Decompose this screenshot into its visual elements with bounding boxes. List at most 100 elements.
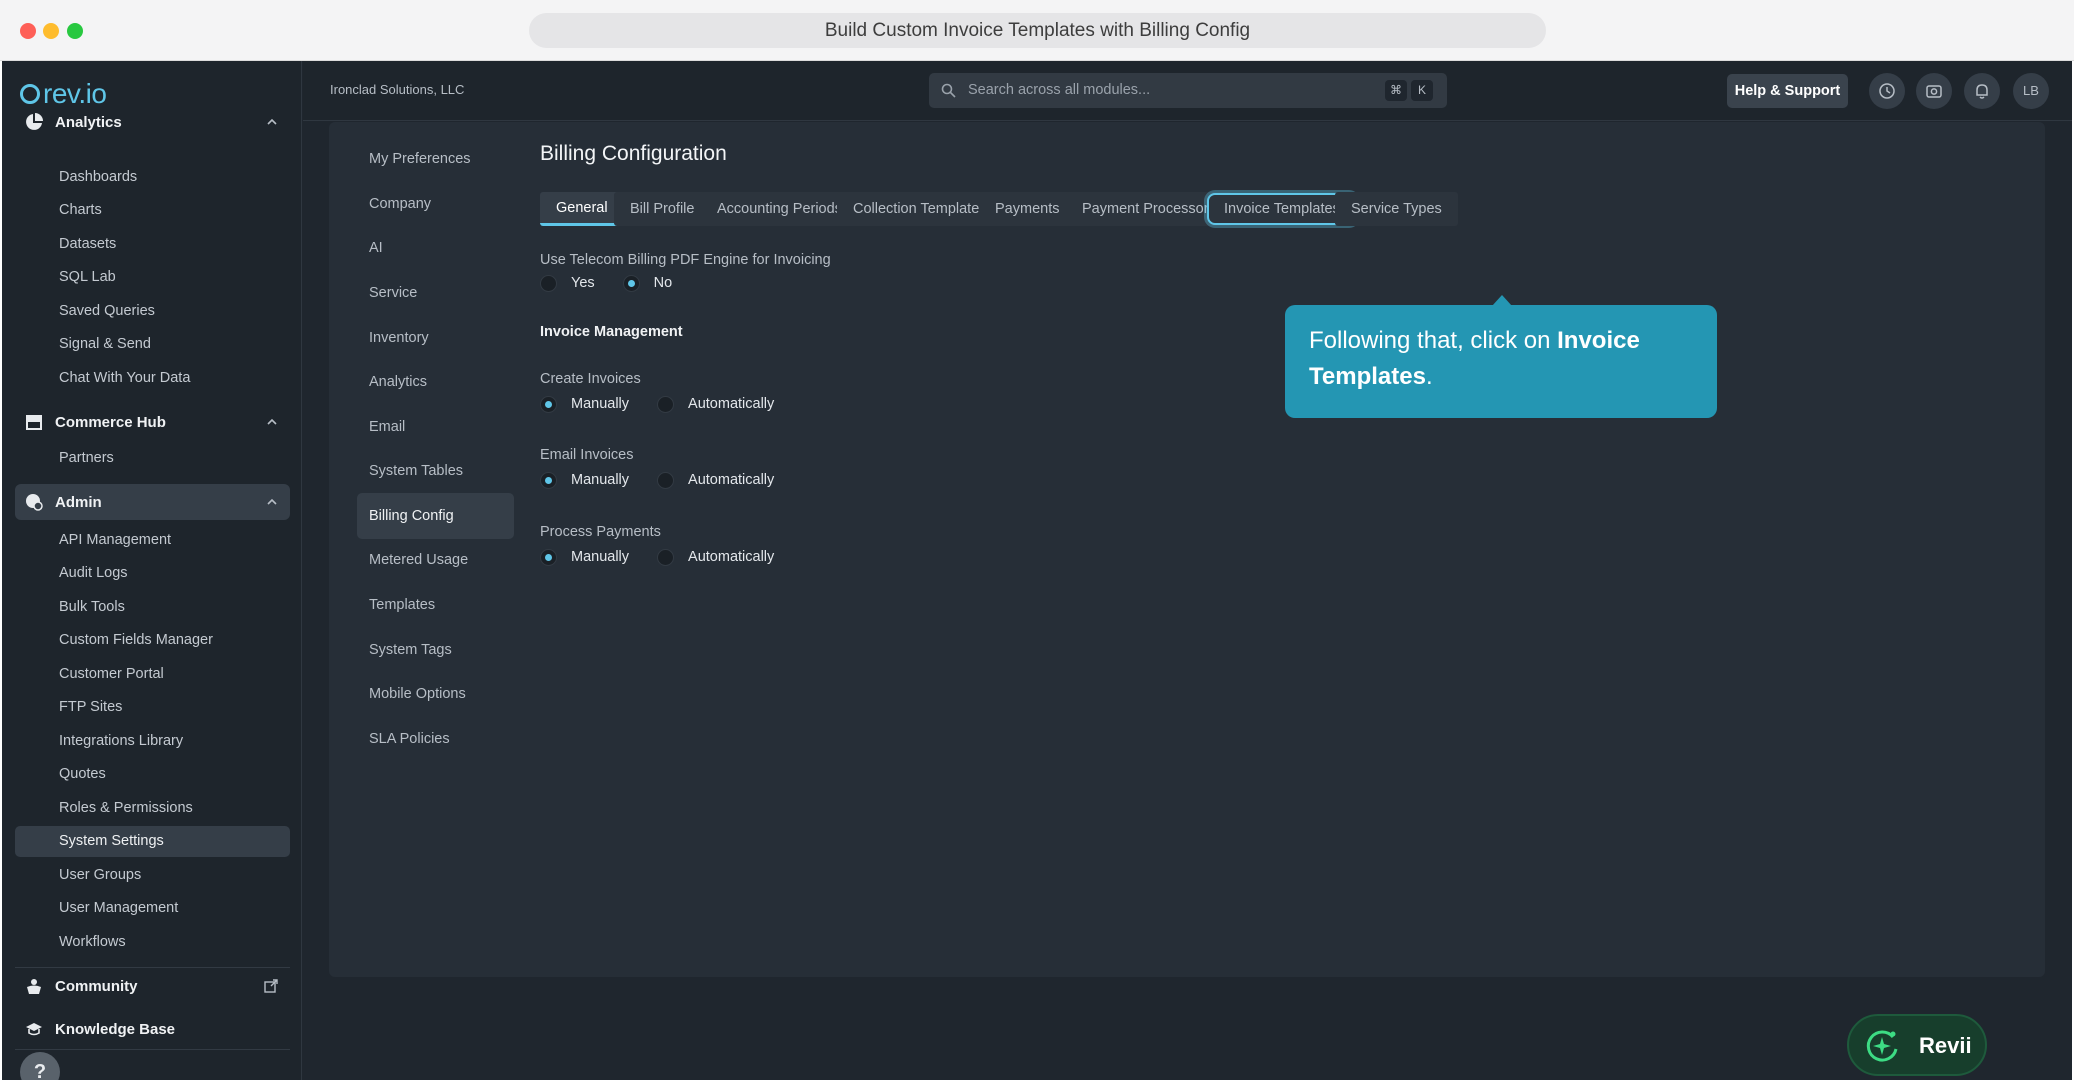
capture-button[interactable] (1916, 73, 1952, 109)
nav-item-workflows[interactable]: Workflows (15, 927, 290, 958)
subnav-ai[interactable]: AI (357, 225, 514, 271)
browser-title-bar[interactable]: Build Custom Invoice Templates with Bill… (529, 13, 1546, 48)
history-icon (1879, 83, 1895, 99)
nav-section-admin[interactable]: Admin (15, 484, 290, 520)
email-invoices-automatically-label: Automatically (688, 472, 775, 488)
process-payments-automatically-label: Automatically (688, 549, 775, 565)
nav-item-sql-lab[interactable]: SQL Lab (15, 262, 290, 293)
nav-section-analytics[interactable]: Analytics (15, 104, 290, 140)
nav-divider (15, 1049, 290, 1050)
subnav-system-tables[interactable]: System Tables (357, 448, 514, 494)
chevron-up-icon (267, 118, 277, 125)
process-payments-automatically-radio[interactable] (657, 548, 675, 566)
external-link-icon (264, 979, 278, 993)
left-sidebar: rev.io Analytics Dashboards Charts Datas… (2, 61, 302, 1080)
sparkle-refresh-icon (1866, 1030, 1898, 1062)
nav-section-commerce-hub[interactable]: Commerce Hub (15, 404, 290, 440)
history-button[interactable] (1869, 73, 1905, 109)
subnav-metered-usage[interactable]: Metered Usage (357, 537, 514, 583)
nav-item-bulk-tools[interactable]: Bulk Tools (15, 592, 290, 623)
tab-collection-templates[interactable]: Collection Templates (837, 192, 1003, 226)
invoice-management-heading: Invoice Management (540, 324, 683, 340)
tab-payments[interactable]: Payments (979, 192, 1076, 226)
pdf-engine-label: Use Telecom Billing PDF Engine for Invoi… (540, 252, 831, 268)
maximize-window-button[interactable] (67, 23, 83, 39)
email-invoices-manually-label: Manually (571, 472, 630, 488)
nav-knowledge-base[interactable]: Knowledge Base (15, 1011, 290, 1047)
create-invoices-manually-radio[interactable] (540, 395, 557, 413)
subnav-company[interactable]: Company (357, 181, 514, 227)
close-window-button[interactable] (20, 23, 36, 39)
pdf-engine-yes-label: Yes (571, 275, 595, 291)
process-payments-manually-radio[interactable] (540, 548, 557, 566)
tab-bill-profile[interactable]: Bill Profile (614, 192, 711, 226)
nav-item-partners[interactable]: Partners (15, 443, 290, 474)
nav-community[interactable]: Community (15, 968, 290, 1004)
nav-item-user-groups[interactable]: User Groups (15, 860, 290, 891)
storefront-icon (26, 415, 42, 430)
pdf-engine-radio-group: Yes No (540, 272, 700, 294)
browser-titlebar: Build Custom Invoice Templates with Bill… (0, 0, 2074, 61)
nav-item-saved-queries[interactable]: Saved Queries (15, 296, 290, 327)
subnav-analytics[interactable]: Analytics (357, 359, 514, 405)
email-invoices-automatically-radio[interactable] (657, 471, 675, 489)
nav-item-integrations-library[interactable]: Integrations Library (15, 726, 290, 757)
logo-mark-icon (20, 84, 40, 104)
bell-icon (1976, 84, 1988, 99)
tab-general[interactable]: General (540, 192, 624, 226)
kbd-k: K (1411, 80, 1433, 101)
tab-service-types[interactable]: Service Types (1335, 192, 1458, 226)
nav-item-customer-portal[interactable]: Customer Portal (15, 659, 290, 690)
revii-assistant-button[interactable]: Revii (1847, 1014, 1987, 1076)
email-invoices-label: Email Invoices (540, 447, 634, 463)
nav-item-quotes[interactable]: Quotes (15, 759, 290, 790)
subnav-inventory[interactable]: Inventory (357, 315, 514, 361)
nav-item-api-management[interactable]: API Management (15, 525, 290, 556)
nav-item-dashboards[interactable]: Dashboards (15, 162, 290, 193)
pdf-engine-yes-radio[interactable] (540, 274, 557, 292)
global-search-input[interactable]: Search across all modules... ⌘ K (929, 73, 1447, 108)
nav-item-roles-permissions[interactable]: Roles & Permissions (15, 793, 290, 824)
email-invoices-manually-radio[interactable] (540, 471, 557, 489)
minimize-window-button[interactable] (43, 23, 59, 39)
nav-item-user-management[interactable]: User Management (15, 893, 290, 924)
subnav-email[interactable]: Email (357, 404, 514, 450)
subnav-mobile-options[interactable]: Mobile Options (357, 671, 514, 717)
nav-item-signal-send[interactable]: Signal & Send (15, 329, 290, 360)
notifications-button[interactable] (1964, 73, 2000, 109)
nav-item-datasets[interactable]: Datasets (15, 229, 290, 260)
graduation-cap-icon (26, 1023, 42, 1036)
subnav-billing-config[interactable]: Billing Config (357, 493, 514, 539)
nav-item-ftp-sites[interactable]: FTP Sites (15, 692, 290, 723)
subnav-system-tags[interactable]: System Tags (357, 627, 514, 673)
tooltip-text-prefix: Following that, click on (1309, 327, 1558, 354)
revii-label: Revii (1919, 1033, 1972, 1058)
pdf-engine-no-radio[interactable] (622, 274, 640, 292)
nav-item-chat-with-data[interactable]: Chat With Your Data (15, 363, 290, 394)
help-support-button[interactable]: Help & Support (1727, 74, 1848, 108)
subnav-service[interactable]: Service (357, 270, 514, 316)
subnav-my-preferences[interactable]: My Preferences (357, 136, 514, 182)
search-placeholder: Search across all modules... (968, 82, 1151, 98)
pdf-engine-no-label: No (653, 275, 673, 291)
kbd-cmd: ⌘ (1385, 80, 1407, 101)
nav-item-charts[interactable]: Charts (15, 195, 290, 226)
create-invoices-automatically-radio[interactable] (657, 395, 675, 413)
subnav-sla-policies[interactable]: SLA Policies (357, 716, 514, 762)
nav-item-audit-logs[interactable]: Audit Logs (15, 558, 290, 589)
create-invoices-manually-label: Manually (571, 396, 630, 412)
subnav-templates[interactable]: Templates (357, 582, 514, 628)
pie-chart-icon (26, 113, 43, 130)
nav-item-custom-fields-manager[interactable]: Custom Fields Manager (15, 625, 290, 656)
page-title: Billing Configuration (540, 142, 727, 165)
app-window: rev.io Analytics Dashboards Charts Datas… (2, 61, 2072, 1080)
help-bubble-button[interactable]: ? (20, 1052, 60, 1080)
process-payments-radio-group: Manually Automatically (540, 546, 802, 568)
create-invoices-automatically-label: Automatically (688, 396, 775, 412)
user-avatar[interactable]: LB (2013, 73, 2049, 109)
nav-section-label: Commerce Hub (55, 413, 166, 431)
community-icon (27, 979, 41, 994)
nav-section-label: Analytics (55, 113, 122, 131)
nav-item-system-settings[interactable]: System Settings (15, 826, 290, 857)
tab-accounting-periods[interactable]: Accounting Periods (701, 192, 858, 226)
